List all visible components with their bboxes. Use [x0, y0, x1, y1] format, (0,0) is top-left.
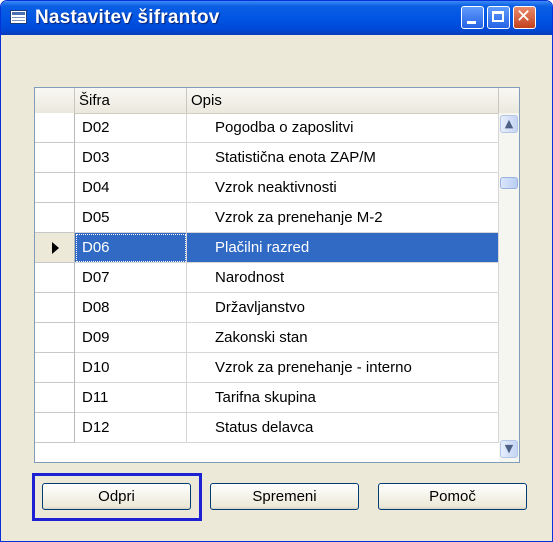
minimize-button[interactable] [461, 6, 484, 29]
table-row[interactable]: D05 Vzrok za prenehanje M-2 [35, 203, 499, 233]
table-row[interactable]: D07 Narodnost [35, 263, 499, 293]
maximize-button[interactable] [487, 6, 510, 29]
description-cell[interactable]: Vzrok neaktivnosti [187, 173, 499, 203]
description-cell[interactable]: Zakonski stan [187, 323, 499, 353]
description-cell[interactable]: Status delavca [187, 413, 499, 443]
description-cell[interactable]: Narodnost [187, 263, 499, 293]
table-window-icon [10, 10, 27, 24]
dialog-window: Nastavitev šifrantov ✕ Šifra Opis D02 Pog… [0, 0, 553, 542]
row-selector[interactable] [35, 203, 75, 233]
table-row[interactable]: D02 Pogodba o zaposlitvi [35, 113, 499, 143]
description-cell[interactable]: Plačilni razred [187, 233, 499, 263]
maximize-icon [492, 11, 504, 22]
description-cell[interactable]: Vzrok za prenehanje M-2 [187, 203, 499, 233]
open-button[interactable]: Odpri [42, 483, 191, 510]
row-selector[interactable] [35, 353, 75, 383]
window-title: Nastavitev šifrantov [35, 7, 220, 28]
description-cell[interactable]: Pogodba o zaposlitvi [187, 113, 499, 143]
code-cell[interactable]: D09 [75, 323, 187, 353]
scroll-up-button[interactable]: ▲ [500, 115, 518, 133]
code-cell[interactable]: D04 [75, 173, 187, 203]
row-selector[interactable] [35, 113, 75, 143]
code-cell[interactable]: D07 [75, 263, 187, 293]
description-cell[interactable]: Statistična enota ZAP/M [187, 143, 499, 173]
column-header-code[interactable]: Šifra [75, 88, 187, 113]
table-row[interactable]: D11 Tarifna skupina [35, 383, 499, 413]
table-row[interactable]: D03 Statistična enota ZAP/M [35, 143, 499, 173]
header-selector-column [35, 88, 75, 113]
help-button[interactable]: Pomoč [378, 483, 527, 510]
row-selector[interactable] [35, 383, 75, 413]
chevron-up-icon: ▲ [504, 117, 514, 130]
code-cell[interactable]: D08 [75, 293, 187, 323]
minimize-icon [467, 21, 476, 24]
close-icon: ✕ [516, 6, 532, 27]
code-cell[interactable]: D10 [75, 353, 187, 383]
scroll-down-button[interactable]: ▼ [500, 440, 518, 458]
row-selector[interactable] [35, 293, 75, 323]
edit-button[interactable]: Spremeni [210, 483, 359, 510]
description-cell[interactable]: Vzrok za prenehanje - interno [187, 353, 499, 383]
table-header: Šifra Opis [35, 88, 519, 114]
title-bar[interactable]: Nastavitev šifrantov ✕ [1, 1, 552, 35]
vertical-scrollbar[interactable]: ▲ ▼ [499, 113, 519, 462]
code-cell[interactable]: D02 [75, 113, 187, 143]
table-row[interactable]: D06 Plačilni razred [35, 233, 499, 263]
table-row[interactable]: D10 Vzrok za prenehanje - interno [35, 353, 499, 383]
table-row[interactable]: D08 Državljanstvo [35, 293, 499, 323]
scroll-thumb[interactable] [500, 177, 518, 189]
table-row[interactable]: D09 Zakonski stan [35, 323, 499, 353]
row-selector[interactable] [35, 263, 75, 293]
code-cell[interactable]: D11 [75, 383, 187, 413]
header-corner [499, 88, 519, 113]
code-cell[interactable]: D03 [75, 143, 187, 173]
description-cell[interactable]: Tarifna skupina [187, 383, 499, 413]
chevron-down-icon: ▼ [504, 442, 514, 455]
code-cell[interactable]: D06 [75, 233, 187, 263]
table-row[interactable]: D04 Vzrok neaktivnosti [35, 173, 499, 203]
code-cell[interactable]: D05 [75, 203, 187, 233]
row-selector[interactable] [35, 413, 75, 443]
row-selector-current[interactable] [35, 233, 75, 263]
row-selector[interactable] [35, 143, 75, 173]
close-button[interactable]: ✕ [513, 6, 536, 29]
code-cell[interactable]: D12 [75, 413, 187, 443]
row-selector[interactable] [35, 173, 75, 203]
column-header-description[interactable]: Opis [187, 88, 499, 113]
row-selector[interactable] [35, 323, 75, 353]
codes-table: Šifra Opis D02 Pogodba o zaposlitvi D03 Sta… [34, 87, 520, 463]
description-cell[interactable]: Državljanstvo [187, 293, 499, 323]
table-row[interactable]: D12 Status delavca [35, 413, 499, 443]
